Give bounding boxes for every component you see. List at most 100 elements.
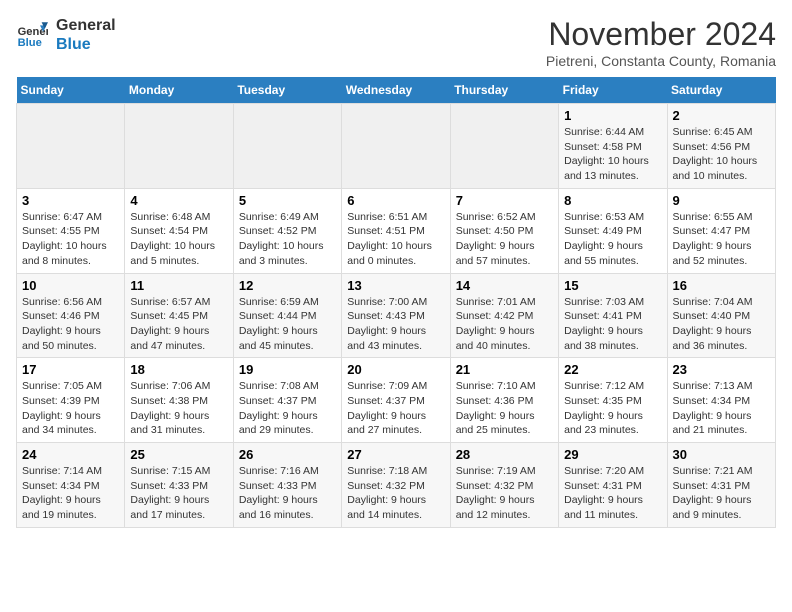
day-number: 19 [239,362,336,377]
calendar-cell: 4 Sunrise: 6:48 AMSunset: 4:54 PMDaylight… [125,188,233,273]
day-number: 18 [130,362,227,377]
calendar-cell: 23Sunrise: 7:13 AMSunset: 4:34 PMDayligh… [667,358,775,443]
weekday-header-friday: Friday [559,77,667,104]
calendar-cell [17,104,125,189]
calendar-table: SundayMondayTuesdayWednesdayThursdayFrid… [16,77,776,528]
calendar-cell: 13Sunrise: 7:00 AMSunset: 4:43 PMDayligh… [342,273,450,358]
day-number: 22 [564,362,661,377]
calendar-cell: 5Sunrise: 6:49 AMSunset: 4:52 PMDaylight… [233,188,341,273]
day-number: 11 [130,278,227,293]
day-info: Sunrise: 6:49 AMSunset: 4:52 PMDaylight:… [239,210,336,269]
calendar-cell: 30 Sunrise: 7:21 AMSunset: 4:31 PMDayligh… [667,443,775,528]
calendar-cell: 16 Sunrise: 7:04 AMSunset: 4:40 PMDayligh… [667,273,775,358]
calendar-cell: 3 Sunrise: 6:47 AMSunset: 4:55 PMDaylight… [17,188,125,273]
calendar-week-4: 17Sunrise: 7:05 AMSunset: 4:39 PMDayligh… [17,358,776,443]
day-info: Sunrise: 7:12 AMSunset: 4:35 PMDaylight:… [564,379,661,438]
day-info: Sunrise: 7:20 AMSunset: 4:31 PMDaylight:… [564,464,661,523]
calendar-cell [233,104,341,189]
weekday-header-wednesday: Wednesday [342,77,450,104]
day-info: Sunrise: 7:08 AMSunset: 4:37 PMDaylight:… [239,379,336,438]
day-number: 29 [564,447,661,462]
title-block: November 2024 Pietreni, Constanta County… [546,16,776,69]
weekday-header-sunday: Sunday [17,77,125,104]
day-number: 9 [673,193,770,208]
day-number: 26 [239,447,336,462]
day-number: 12 [239,278,336,293]
calendar-cell: 2Sunrise: 6:45 AMSunset: 4:56 PMDaylight… [667,104,775,189]
day-number: 16 [673,278,770,293]
calendar-cell: 29 Sunrise: 7:20 AMSunset: 4:31 PMDayligh… [559,443,667,528]
calendar-cell: 12 Sunrise: 6:59 AMSunset: 4:44 PMDayligh… [233,273,341,358]
day-number: 30 [673,447,770,462]
day-info: Sunrise: 6:59 AMSunset: 4:44 PMDaylight:… [239,295,336,354]
day-number: 10 [22,278,119,293]
logo-general-text: General [56,16,116,35]
day-number: 8 [564,193,661,208]
day-info: Sunrise: 6:52 AMSunset: 4:50 PMDaylight:… [456,210,553,269]
day-info: Sunrise: 6:44 AMSunset: 4:58 PMDaylight:… [564,125,661,184]
calendar-cell: 18 Sunrise: 7:06 AMSunset: 4:38 PMDayligh… [125,358,233,443]
day-info: Sunrise: 7:03 AMSunset: 4:41 PMDaylight:… [564,295,661,354]
calendar-cell [342,104,450,189]
day-info: Sunrise: 6:47 AMSunset: 4:55 PMDaylight:… [22,210,119,269]
day-number: 21 [456,362,553,377]
day-number: 20 [347,362,444,377]
calendar-week-1: 1 Sunrise: 6:44 AMSunset: 4:58 PMDaylight… [17,104,776,189]
day-number: 27 [347,447,444,462]
calendar-cell: 26 Sunrise: 7:16 AMSunset: 4:33 PMDayligh… [233,443,341,528]
svg-text:Blue: Blue [18,37,42,49]
calendar-cell: 8Sunrise: 6:53 AMSunset: 4:49 PMDaylight… [559,188,667,273]
day-info: Sunrise: 7:06 AMSunset: 4:38 PMDaylight:… [130,379,227,438]
day-info: Sunrise: 7:10 AMSunset: 4:36 PMDaylight:… [456,379,553,438]
day-number: 7 [456,193,553,208]
weekday-header-tuesday: Tuesday [233,77,341,104]
logo-icon: General Blue [16,19,48,51]
calendar-cell: 17Sunrise: 7:05 AMSunset: 4:39 PMDayligh… [17,358,125,443]
day-info: Sunrise: 7:15 AMSunset: 4:33 PMDaylight:… [130,464,227,523]
day-info: Sunrise: 6:51 AMSunset: 4:51 PMDaylight:… [347,210,444,269]
day-number: 1 [564,108,661,123]
day-info: Sunrise: 7:14 AMSunset: 4:34 PMDaylight:… [22,464,119,523]
calendar-cell: 1 Sunrise: 6:44 AMSunset: 4:58 PMDaylight… [559,104,667,189]
calendar-cell: 9 Sunrise: 6:55 AMSunset: 4:47 PMDaylight… [667,188,775,273]
logo-blue-text: Blue [56,35,116,54]
calendar-cell: 14 Sunrise: 7:01 AMSunset: 4:42 PMDayligh… [450,273,558,358]
calendar-cell: 15Sunrise: 7:03 AMSunset: 4:41 PMDayligh… [559,273,667,358]
calendar-cell: 6 Sunrise: 6:51 AMSunset: 4:51 PMDaylight… [342,188,450,273]
day-info: Sunrise: 7:04 AMSunset: 4:40 PMDaylight:… [673,295,770,354]
weekday-header-saturday: Saturday [667,77,775,104]
day-number: 4 [130,193,227,208]
calendar-cell: 21 Sunrise: 7:10 AMSunset: 4:36 PMDayligh… [450,358,558,443]
month-title: November 2024 [546,16,776,53]
day-info: Sunrise: 6:45 AMSunset: 4:56 PMDaylight:… [673,125,770,184]
day-number: 3 [22,193,119,208]
day-info: Sunrise: 6:57 AMSunset: 4:45 PMDaylight:… [130,295,227,354]
calendar-cell: 25 Sunrise: 7:15 AMSunset: 4:33 PMDayligh… [125,443,233,528]
day-info: Sunrise: 7:09 AMSunset: 4:37 PMDaylight:… [347,379,444,438]
day-number: 28 [456,447,553,462]
calendar-cell: 19 Sunrise: 7:08 AMSunset: 4:37 PMDayligh… [233,358,341,443]
day-info: Sunrise: 6:48 AMSunset: 4:54 PMDaylight:… [130,210,227,269]
day-info: Sunrise: 7:16 AMSunset: 4:33 PMDaylight:… [239,464,336,523]
weekday-header-thursday: Thursday [450,77,558,104]
day-number: 25 [130,447,227,462]
page-header: General Blue General Blue November 2024 … [16,16,776,69]
calendar-cell [125,104,233,189]
calendar-cell: 7 Sunrise: 6:52 AMSunset: 4:50 PMDaylight… [450,188,558,273]
day-number: 6 [347,193,444,208]
calendar-cell: 22 Sunrise: 7:12 AMSunset: 4:35 PMDayligh… [559,358,667,443]
day-info: Sunrise: 7:21 AMSunset: 4:31 PMDaylight:… [673,464,770,523]
day-number: 14 [456,278,553,293]
day-info: Sunrise: 7:19 AMSunset: 4:32 PMDaylight:… [456,464,553,523]
day-info: Sunrise: 7:00 AMSunset: 4:43 PMDaylight:… [347,295,444,354]
calendar-week-2: 3 Sunrise: 6:47 AMSunset: 4:55 PMDaylight… [17,188,776,273]
day-info: Sunrise: 6:55 AMSunset: 4:47 PMDaylight:… [673,210,770,269]
calendar-cell: 28 Sunrise: 7:19 AMSunset: 4:32 PMDayligh… [450,443,558,528]
day-info: Sunrise: 7:01 AMSunset: 4:42 PMDaylight:… [456,295,553,354]
day-number: 24 [22,447,119,462]
day-info: Sunrise: 7:18 AMSunset: 4:32 PMDaylight:… [347,464,444,523]
calendar-cell: 27 Sunrise: 7:18 AMSunset: 4:32 PMDayligh… [342,443,450,528]
calendar-cell: 20 Sunrise: 7:09 AMSunset: 4:37 PMDayligh… [342,358,450,443]
calendar-cell: 24 Sunrise: 7:14 AMSunset: 4:34 PMDayligh… [17,443,125,528]
logo: General Blue General Blue [16,16,116,54]
